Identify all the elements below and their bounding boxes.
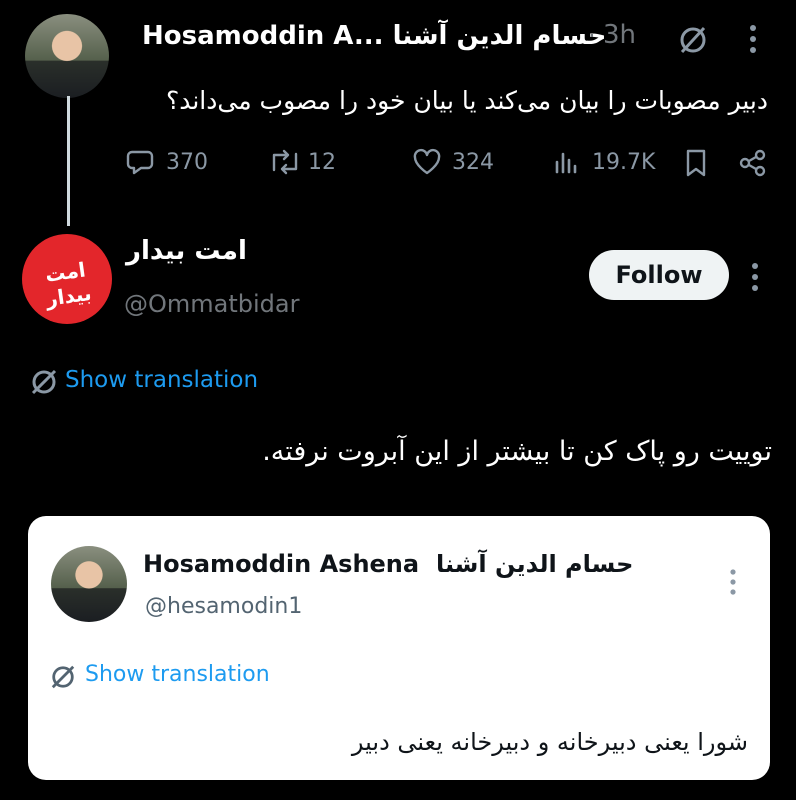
ommatbidar-avatar[interactable]: امت بیدار: [22, 234, 112, 324]
show-translation-link[interactable]: Show translation: [65, 367, 258, 393]
top-tweet-avatar[interactable]: [25, 14, 109, 98]
reply-author-handle[interactable]: @Ommatbidar: [124, 290, 299, 318]
reply-tweet-text: توییت رو پاک کن تا بیشتر از این آبروت نر…: [262, 436, 772, 467]
quoted-author-name-fa[interactable]: حسام الدين آشنا: [436, 550, 633, 578]
retweet-count: 12: [308, 150, 336, 175]
quoted-author-handle[interactable]: @hesamodin1: [145, 594, 302, 619]
more-options-icon[interactable]: [748, 24, 758, 54]
quoted-tweet-card[interactable]: Hosamoddin Ashena حسام الدين آشنا @hesam…: [28, 516, 770, 780]
reply-count: 370: [166, 150, 208, 175]
reply-author-name[interactable]: امت بیدار: [126, 236, 247, 266]
quoted-more-options-icon[interactable]: [728, 568, 738, 596]
top-tweet-time[interactable]: 3h: [603, 20, 636, 50]
top-tweet-text: دبیر مصوبات را بیان می‌کند یا بیان خود ر…: [165, 86, 768, 115]
like-icon[interactable]: [412, 148, 442, 176]
quoted-avatar[interactable]: [51, 546, 127, 622]
bookmark-icon[interactable]: [684, 148, 708, 178]
quoted-author-name[interactable]: Hosamoddin Ashena: [143, 550, 419, 578]
share-icon[interactable]: [738, 148, 768, 178]
ommatbidar-logo-text: امت بیدار: [43, 257, 93, 311]
quoted-tweet-text: شورا یعنی دبیرخانه و دبیرخانه یعنی دبیر: [351, 728, 748, 756]
top-tweet-separator: ·: [588, 22, 596, 50]
retweet-icon[interactable]: [268, 148, 302, 176]
like-count: 324: [452, 150, 494, 175]
translate-icon[interactable]: [30, 368, 58, 396]
views-icon[interactable]: [552, 148, 580, 176]
quoted-translate-icon[interactable]: [50, 664, 76, 690]
views-count: 19.7K: [592, 150, 656, 175]
thread-line: [67, 96, 70, 226]
follow-button[interactable]: Follow: [589, 250, 729, 300]
top-tweet-author-name[interactable]: Hosamoddin A... حسام الدين آشنا: [142, 21, 606, 51]
reply-more-options-icon[interactable]: [750, 262, 760, 292]
reply-icon[interactable]: [126, 148, 154, 176]
grok-icon[interactable]: [677, 24, 709, 56]
quoted-show-translation-link[interactable]: Show translation: [85, 662, 270, 687]
